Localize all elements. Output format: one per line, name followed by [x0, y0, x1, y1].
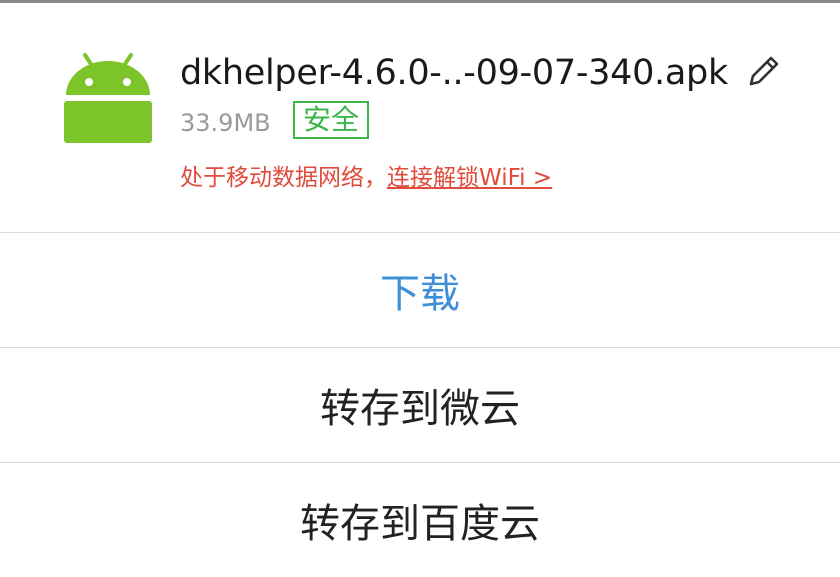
unlock-wifi-link[interactable]: 连接解锁WiFi >	[387, 165, 552, 191]
file-info-section: dkhelper-4.6.0-..-09-07-340.apk 33.9MB 安…	[0, 3, 840, 232]
network-notice: 处于移动数据网络，连接解锁WiFi >	[180, 158, 552, 192]
safe-badge: 安全	[293, 101, 370, 139]
download-button[interactable]: 下载	[0, 233, 840, 347]
pencil-icon[interactable]	[742, 49, 786, 93]
file-name: dkhelper-4.6.0-..-09-07-340.apk	[180, 53, 728, 93]
network-notice-text: 处于移动数据网络，	[180, 165, 387, 191]
save-to-baidu-cloud-button[interactable]: 转存到百度云	[0, 463, 840, 577]
file-size: 33.9MB	[180, 109, 271, 137]
android-icon	[64, 53, 152, 143]
save-to-weiyun-button[interactable]: 转存到微云	[0, 348, 840, 462]
